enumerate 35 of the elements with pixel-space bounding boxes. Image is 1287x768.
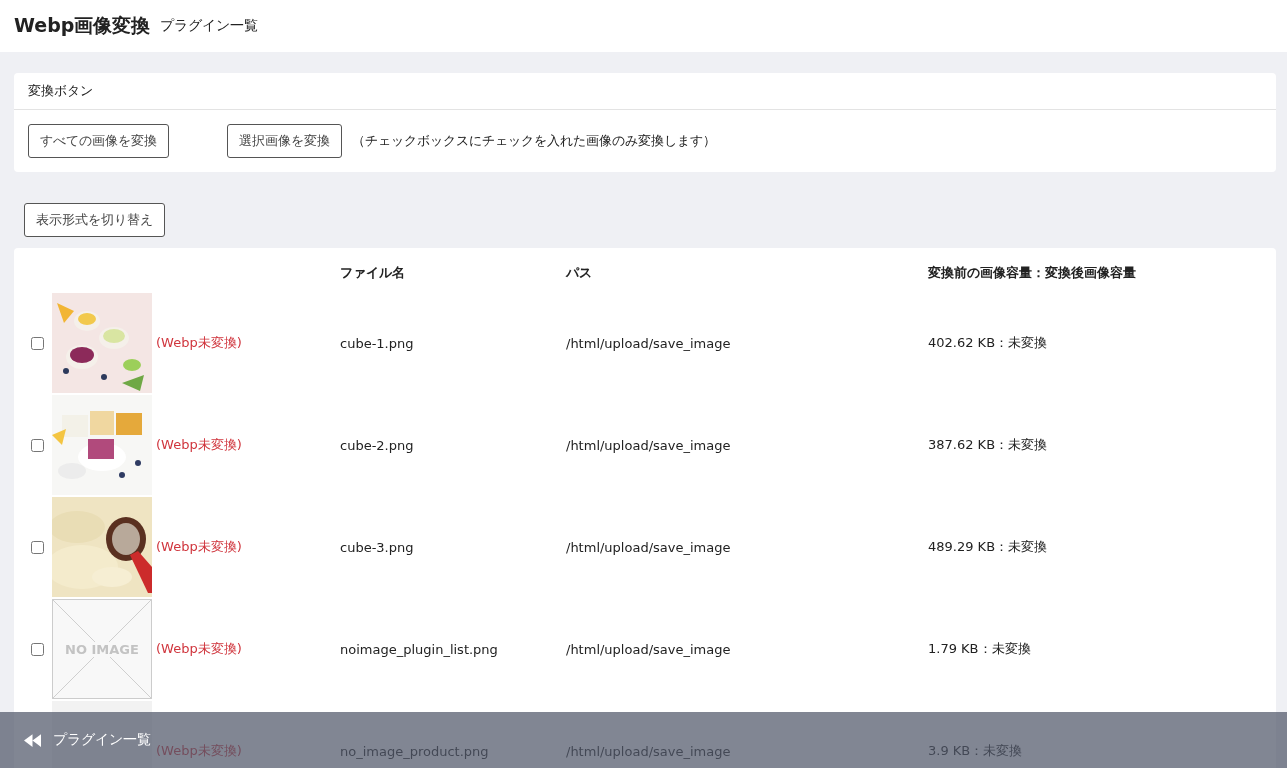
hint-text: （チェックボックスにチェックを入れた画像のみ変換します） <box>352 132 716 150</box>
status-text: (Webp未変換) <box>156 334 242 352</box>
file-size: 489.29 KB：未変換 <box>928 538 1049 556</box>
file-path: /html/upload/save_image <box>566 437 732 453</box>
row-checkbox[interactable] <box>31 540 44 554</box>
status-text: (Webp未変換) <box>156 538 242 556</box>
file-path: /html/upload/save_image <box>566 641 732 657</box>
file-path: /html/upload/save_image <box>566 743 732 759</box>
file-name: cube-3.png <box>340 539 415 555</box>
convert-all-button[interactable]: すべての画像を変換 <box>28 124 169 158</box>
card-heading: 変換ボタン <box>14 73 1276 110</box>
file-size: 1.79 KB：未変換 <box>928 640 1032 658</box>
file-name: no_image_product.png <box>340 743 490 759</box>
column-header: パス <box>566 264 593 282</box>
row-checkbox[interactable] <box>31 336 44 350</box>
back-link[interactable]: プラグイン一覧 <box>24 731 151 749</box>
status-text: (Webp未変換) <box>156 436 242 454</box>
row-checkbox[interactable] <box>31 642 44 656</box>
toggle-view-button[interactable]: 表示形式を切り替え <box>24 203 165 237</box>
status-text: (Webp未変換) <box>156 640 242 658</box>
double-left-arrow-icon <box>24 733 41 747</box>
file-size: 387.62 KB：未変換 <box>928 436 1049 454</box>
column-header: 変換前の画像容量：変換後画像容量 <box>928 264 1137 282</box>
file-size: 3.9 KB：未変換 <box>928 742 1024 760</box>
file-name: cube-2.png <box>340 437 415 453</box>
breadcrumb-text: プラグイン一覧 <box>160 17 259 35</box>
convert-selected-button[interactable]: 選択画像を変換 <box>227 124 342 158</box>
row-checkbox[interactable] <box>31 438 44 452</box>
file-path: /html/upload/save_image <box>566 539 732 555</box>
page-title: Webp画像変換 <box>14 13 151 38</box>
file-size: 402.62 KB：未変換 <box>928 334 1049 352</box>
file-path: /html/upload/save_image <box>566 335 732 351</box>
column-header: ファイル名 <box>340 264 406 282</box>
file-name: noimage_plugin_list.png <box>340 641 499 657</box>
file-name: cube-1.png <box>340 335 415 351</box>
